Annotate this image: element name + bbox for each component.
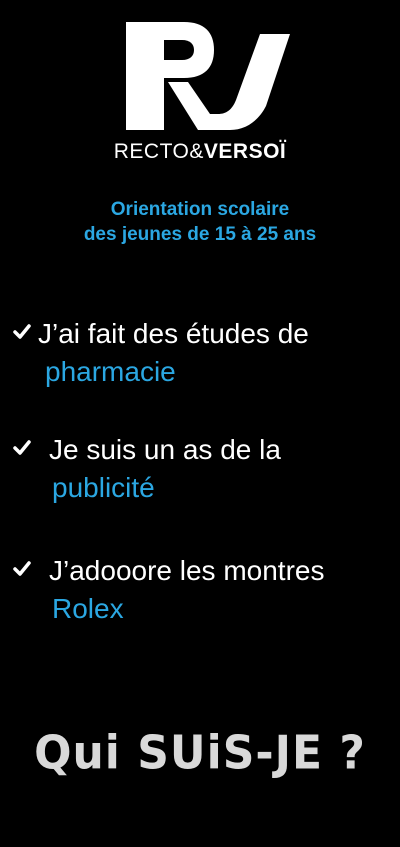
question-heading: Qui SUiS-JE ?: [34, 726, 366, 781]
clue-highlight: Rolex: [52, 593, 124, 624]
clue-text: J’adooore les montres: [49, 555, 325, 586]
clue-text: J’ai fait des études de: [38, 318, 309, 349]
brand-name: RECTO&VERSOÏ: [0, 140, 400, 164]
clue-highlight: pharmacie: [45, 356, 176, 387]
check-icon: [13, 440, 31, 455]
subtitle-line-1: Orientation scolaire: [110, 199, 290, 220]
clue-text: Je suis un as de la: [49, 434, 281, 465]
rv-logo-icon: [126, 22, 290, 130]
clue-highlight: publicité: [52, 472, 155, 503]
brand-name-bold: VERSOÏ: [203, 140, 287, 163]
subtitle-line-2: des jeunes de 15 à 25 ans: [83, 224, 317, 245]
check-icon: [13, 561, 31, 576]
subtitle: Orientation scolaire des jeunes de 15 à …: [0, 197, 400, 247]
brand-name-light: RECTO&: [113, 140, 204, 163]
check-icon: [13, 324, 31, 339]
brand-logo: RECTO&VERSOÏ: [0, 12, 400, 172]
